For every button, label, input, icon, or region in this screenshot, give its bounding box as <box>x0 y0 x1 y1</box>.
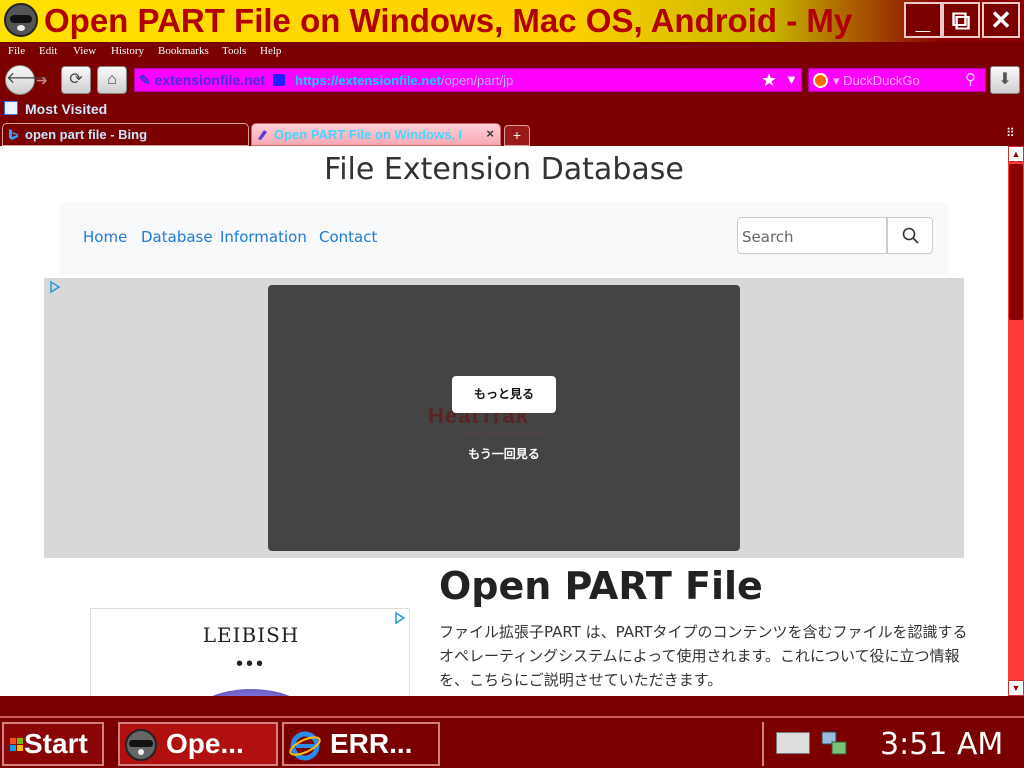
menu-history[interactable]: History <box>111 45 144 57</box>
site-navbar: Home Database Information Contact Search <box>60 202 948 274</box>
site-identity-label: extensionfile.net <box>154 72 266 88</box>
reload-button[interactable]: ⟳ <box>61 66 91 94</box>
menu-help[interactable]: Help <box>260 45 281 57</box>
side-ad[interactable]: LEIBISH ••• <box>90 608 410 696</box>
plus-icon: + <box>512 127 522 143</box>
home-icon: ⌂ <box>107 71 117 88</box>
puzzle-icon: ✎ <box>139 72 151 88</box>
nav-link-contact[interactable]: Contact <box>319 228 377 246</box>
close-button[interactable]: ✕ <box>982 2 1020 38</box>
bookmarks-toolbar: Most Visited <box>0 98 1024 120</box>
close-icon: ✕ <box>990 5 1012 35</box>
bookmark-folder-icon <box>4 101 18 115</box>
window-title: Open PART File on Windows, Mac OS, Andro… <box>44 2 853 39</box>
page-content: File Extension Database Home Database In… <box>0 146 1008 696</box>
ad-video-frame[interactable]: HeatTrak Snow & Ice Melting Mats もっと見る も… <box>268 285 740 551</box>
ad-more-button[interactable]: もっと見る <box>452 376 556 413</box>
clock[interactable]: 3:51 AM <box>880 727 1003 762</box>
url-path: /open/part/jp <box>440 73 514 88</box>
menu-file[interactable]: File <box>8 45 25 57</box>
article-body: ファイル拡張子PART は、PARTタイプのコンテンツを含むファイルを認識するオ… <box>439 623 968 689</box>
scroll-up-icon[interactable]: ▲ <box>1008 146 1024 162</box>
site-search-input[interactable]: Search <box>737 217 887 254</box>
site-search-button[interactable] <box>887 217 933 254</box>
article-title: Open PART File <box>439 564 763 608</box>
nav-link-home[interactable]: Home <box>83 228 127 246</box>
nav-link-database[interactable]: Database <box>141 228 213 246</box>
url-bar[interactable]: ✎ extensionfile.net https://extensionfil… <box>134 68 802 92</box>
navigation-toolbar: 🡐 ➔ ⟳ ⌂ ✎ extensionfile.net https://exte… <box>0 62 1024 98</box>
ad-logo-tagline: Snow & Ice Melting Mats <box>458 429 547 438</box>
downloads-button[interactable]: ⬇ <box>990 66 1020 94</box>
nav-link-information[interactable]: Information <box>220 228 307 246</box>
menu-bar: File Edit View History Bookmarks Tools H… <box>0 42 1024 62</box>
new-tab-button[interactable]: + <box>504 125 530 146</box>
search-icon <box>902 227 919 244</box>
raccoon-app-icon <box>4 3 38 37</box>
ad-brand: LEIBISH <box>202 623 300 647</box>
url-host: https://extensionfile.net <box>295 73 441 88</box>
taskbar-item-label: Ope... <box>166 728 244 759</box>
title-bar: Open PART File on Windows, Mac OS, Andro… <box>0 0 1024 42</box>
tab-label: open part file - Bing <box>25 127 148 142</box>
search-engine-label: ▾ DuckDuckGo <box>833 73 920 88</box>
start-label: Start <box>24 728 88 759</box>
menu-edit[interactable]: Edit <box>39 45 57 57</box>
home-button[interactable]: ⌂ <box>97 66 127 94</box>
arrow-right-icon: ➔ <box>36 72 48 88</box>
close-tab-icon[interactable]: × <box>486 126 494 141</box>
internet-explorer-icon <box>289 731 321 761</box>
site-identity[interactable]: ✎ extensionfile.net <box>139 72 285 89</box>
keyboard-icon[interactable] <box>776 732 810 754</box>
taskbar-item-ie[interactable]: ERR... <box>282 722 440 766</box>
scroll-thumb[interactable] <box>1009 164 1023 320</box>
windows-logo-icon <box>10 738 23 751</box>
ad-dots: ••• <box>235 653 266 675</box>
gem-image <box>191 689 311 696</box>
taskbar-item-browser[interactable]: Ope... <box>118 722 278 766</box>
minimize-button[interactable]: _ <box>904 2 942 38</box>
taskbar-item-label: ERR... <box>330 728 413 759</box>
start-button[interactable]: Start <box>2 722 104 766</box>
download-icon: ⬇ <box>998 71 1012 88</box>
ad-banner: HeatTrak Snow & Ice Melting Mats もっと見る も… <box>44 278 964 558</box>
tab-strip: open part file - Bing Open PART File on … <box>0 120 1024 146</box>
menu-tools[interactable]: Tools <box>222 45 246 57</box>
bookmark-star-icon[interactable]: ★ <box>761 70 777 91</box>
tab-bing[interactable]: open part file - Bing <box>2 123 249 146</box>
maximize-button[interactable]: ⧉ <box>942 2 980 38</box>
adchoices-icon[interactable] <box>393 611 407 625</box>
search-bar[interactable]: ▾ DuckDuckGo ⚲ <box>808 68 986 92</box>
back-button[interactable]: 🡐 <box>5 65 49 95</box>
tab-open-part-file[interactable]: Open PART File on Windows, I × <box>251 123 501 146</box>
raccoon-app-icon <box>125 729 157 761</box>
bookmark-most-visited[interactable]: Most Visited <box>25 101 107 117</box>
scroll-down-icon[interactable]: ▼ <box>1008 680 1024 696</box>
ad-replay-link[interactable]: もう一回見る <box>268 445 740 462</box>
adchoices-icon[interactable] <box>48 280 62 294</box>
bing-icon <box>9 129 18 140</box>
status-bar <box>0 696 1024 716</box>
puzzle-icon <box>258 130 267 140</box>
tab-list-icon[interactable]: ⠿ <box>1006 126 1015 140</box>
search-icon[interactable]: ⚲ <box>965 70 976 88</box>
system-tray: 3:51 AM <box>762 722 1024 766</box>
restore-icon: ⧉ <box>951 5 971 35</box>
reload-icon: ⟳ <box>69 71 83 88</box>
minimize-icon: _ <box>915 5 931 35</box>
vertical-scrollbar[interactable]: ▲ ▼ <box>1008 146 1024 696</box>
tab-label: Open PART File on Windows, I <box>274 127 463 142</box>
site-title: File Extension Database <box>324 152 684 187</box>
url-dropdown-icon[interactable]: ▼ <box>785 72 798 87</box>
taskbar: Start Ope... ERR... 3:51 AM <box>0 716 1024 768</box>
menu-view[interactable]: View <box>73 45 96 57</box>
duckduckgo-icon[interactable] <box>813 73 828 88</box>
forward-button[interactable]: ➔ <box>36 72 48 89</box>
menu-bookmarks[interactable]: Bookmarks <box>158 45 209 57</box>
lock-icon <box>272 74 285 86</box>
network-icon[interactable] <box>820 728 848 758</box>
url-text[interactable]: https://extensionfile.net/open/part/jp <box>295 73 513 88</box>
